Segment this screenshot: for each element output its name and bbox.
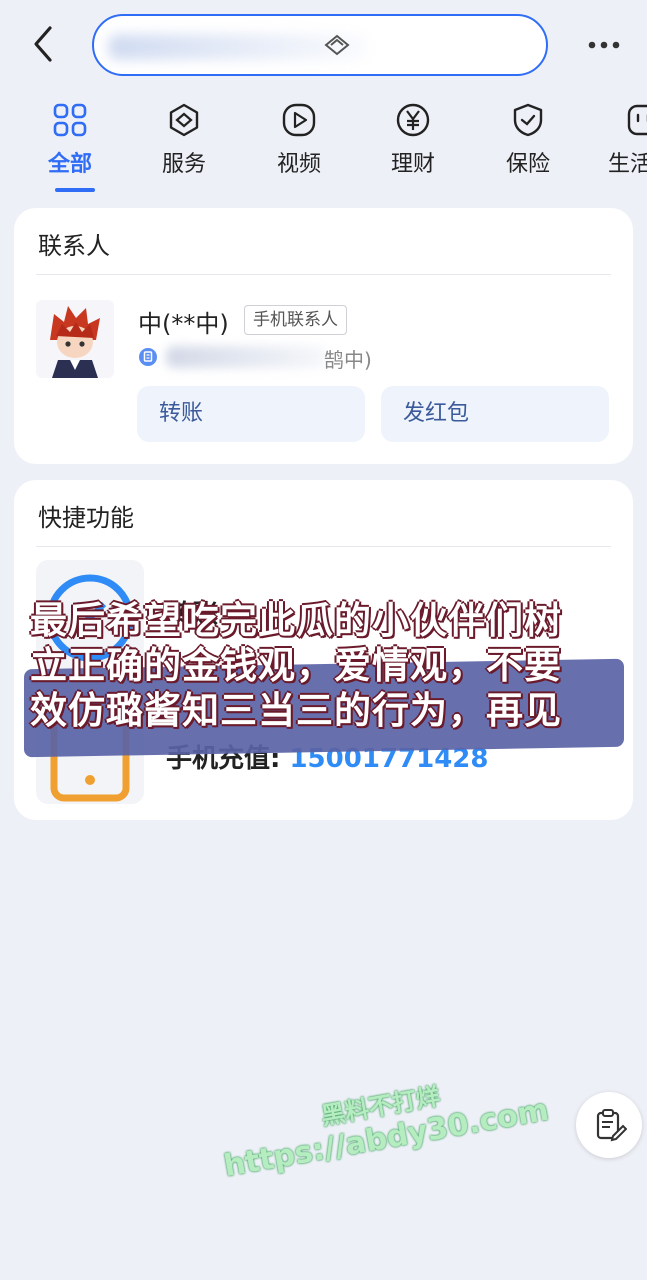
red-packet-button[interactable]: 发红包 bbox=[381, 386, 609, 442]
caption-line: 立正确的金钱观，爱情观，不要 bbox=[30, 644, 562, 687]
feedback-button[interactable] bbox=[576, 1092, 642, 1158]
contact-name[interactable]: 中(**中) bbox=[138, 304, 229, 339]
life-icon bbox=[627, 104, 647, 136]
tab-life[interactable]: 生活 bbox=[590, 96, 647, 192]
back-button[interactable] bbox=[26, 22, 66, 66]
divider bbox=[36, 546, 611, 547]
avatar[interactable] bbox=[36, 300, 114, 378]
account-suffix: 鹄中) bbox=[324, 348, 372, 372]
tab-label: 视频 bbox=[276, 152, 321, 177]
overlay-caption: 最后希望吃完此瓜的小伙伴们树 立正确的金钱观，爱情观，不要 效仿璐酱知三当三的行… bbox=[30, 598, 630, 733]
contacts-title: 联系人 bbox=[38, 232, 110, 260]
tab-label: 保险 bbox=[505, 152, 550, 177]
hexagon-logo-icon bbox=[324, 34, 350, 56]
category-tabs: 全部 服务 视频 理财 保险 生活 bbox=[0, 96, 647, 196]
tab-label: 生活 bbox=[608, 152, 647, 177]
search-input[interactable] bbox=[114, 30, 494, 62]
contact-tag: 手机联系人 bbox=[244, 305, 347, 335]
tab-label: 服务 bbox=[161, 152, 206, 177]
caption-line: 效仿璐酱知三当三的行为，再见 bbox=[30, 689, 562, 732]
grid-icon bbox=[53, 103, 87, 137]
shield-check-icon bbox=[513, 103, 543, 137]
tab-label: 理财 bbox=[390, 152, 435, 177]
more-icon[interactable] bbox=[584, 30, 624, 60]
account-badge-icon bbox=[139, 348, 157, 366]
tab-all[interactable]: 全部 bbox=[25, 96, 115, 192]
tab-video[interactable]: 视频 bbox=[254, 96, 344, 192]
play-icon bbox=[282, 103, 316, 137]
watermark: 黑料不打烊 https://abdy30.com bbox=[215, 1058, 556, 1204]
divider bbox=[36, 274, 611, 275]
tab-finance[interactable]: 理财 bbox=[368, 96, 458, 192]
chevron-left-icon bbox=[34, 26, 52, 62]
anime-avatar-image bbox=[50, 306, 100, 378]
account-redacted bbox=[166, 346, 326, 368]
caption-line: 最后希望吃完此瓜的小伙伴们树 bbox=[30, 599, 562, 642]
top-bar bbox=[0, 0, 647, 92]
contacts-card: 联系人 中(**中) 手机联系人 鹄中) 转账 发红包 bbox=[14, 208, 633, 464]
quick-title: 快捷功能 bbox=[38, 504, 134, 532]
hexagon-icon bbox=[169, 103, 199, 137]
active-tab-indicator bbox=[55, 188, 95, 192]
search-box[interactable] bbox=[92, 14, 548, 76]
yen-icon bbox=[396, 103, 430, 137]
tab-label: 全部 bbox=[47, 152, 92, 177]
tab-service[interactable]: 服务 bbox=[139, 96, 229, 192]
clipboard-edit-icon bbox=[596, 1109, 627, 1142]
tab-insurance[interactable]: 保险 bbox=[483, 96, 573, 192]
transfer-button[interactable]: 转账 bbox=[137, 386, 365, 442]
